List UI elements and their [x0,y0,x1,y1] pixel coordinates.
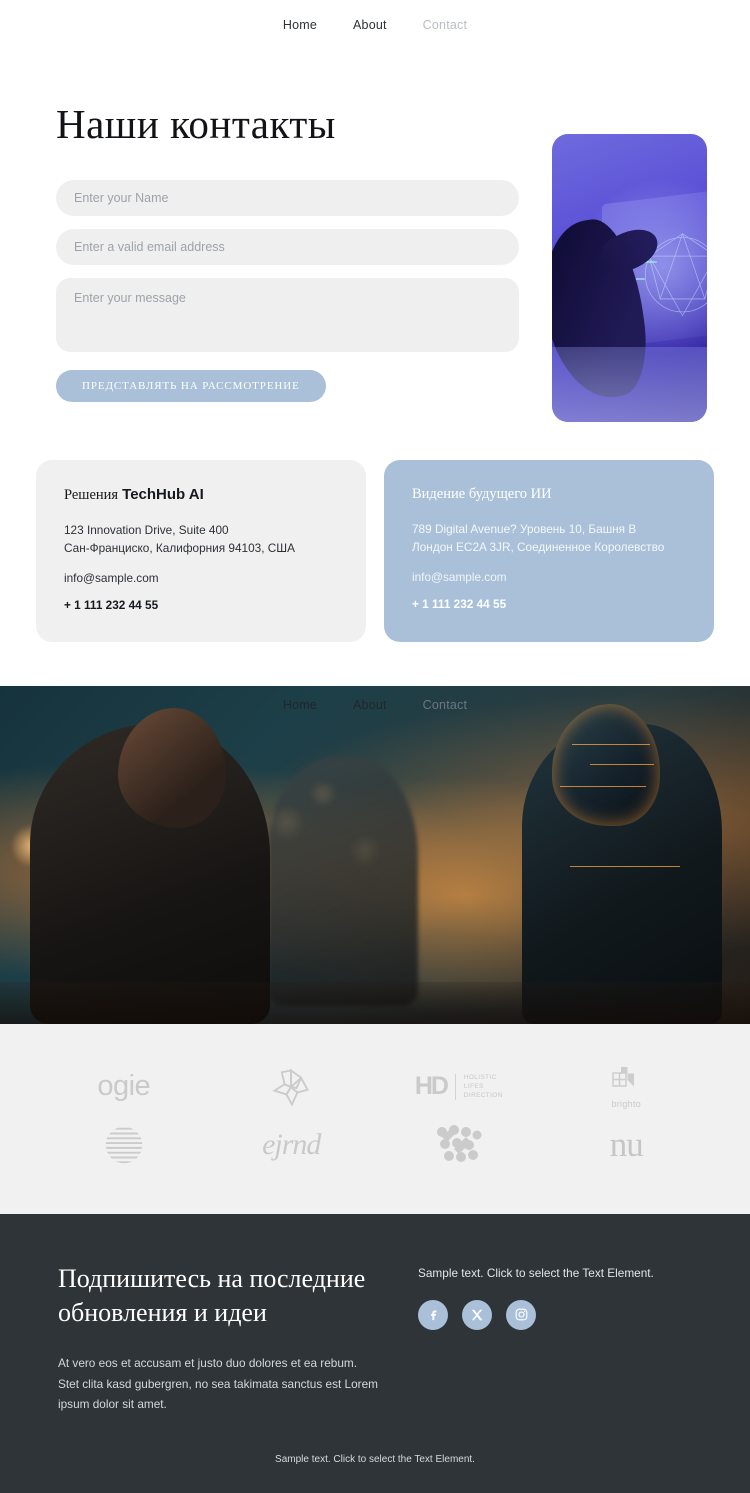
card-email[interactable]: info@sample.com [64,571,338,585]
footer-left-column: Подпишитесь на последние обновления и ид… [58,1262,378,1415]
x-twitter-icon[interactable] [462,1299,492,1330]
logo-ogie-wordmark: ogie [97,1070,151,1103]
card-title: Решения TechHub AI [64,486,338,504]
footer-right-column: Sample text. Click to select the Text El… [418,1262,692,1415]
footer-bottom-bar: Sample text. Click to select the Text El… [0,1414,750,1493]
logo-nu: nu [543,1125,711,1165]
robot-head [552,703,660,826]
card-phone[interactable]: + 1 111 232 44 55 [64,598,338,612]
logo-nu-wordmark: nu [609,1124,644,1164]
contact-form: Наши контакты ПРЕДСТАВЛЯТЬ НА РАССМОТРЕН… [30,76,524,402]
card-address-line1: 789 Digital Avenue? Уровень 10, Башня В [412,522,637,536]
logo-ejrnd: ejrnd [208,1128,376,1162]
robot-circuit-line [570,865,680,867]
x-glyph [471,1309,483,1320]
logo-dot-grid [375,1124,543,1166]
nav-link-contact[interactable]: Contact [423,18,467,32]
footer-section: Подпишитесь на последние обновления и ид… [0,1213,750,1415]
footer-sample-text: Sample text. Click to select the Text El… [418,1265,654,1280]
robot-circuit-line [560,785,646,787]
card-address-line1: 123 Innovation Drive, Suite 400 [64,523,229,537]
card-address-line2: Сан-Франциско, Калифорния 94103, США [64,541,295,556]
logo-hd-sub-line1: HOLISTIC [463,1073,497,1081]
name-input[interactable] [56,180,519,216]
page-title: Наши контакты [56,101,336,147]
logo-ogie: ogie [40,1070,208,1103]
submit-button[interactable]: ПРЕДСТАВЛЯТЬ НА РАССМОТРЕНИЕ [56,370,326,402]
robot-circuit-line [590,763,654,765]
nav-link-about[interactable]: About [353,18,387,32]
robot-circuit-line [572,743,650,745]
social-links [418,1299,692,1330]
instagram-icon[interactable] [506,1299,536,1330]
logo-hd-sub-line2: LIFES [463,1082,484,1090]
facebook-icon[interactable] [418,1299,448,1330]
card-address-line2: Лондон EC2A 3JR, Соединенное Королевство [412,540,665,555]
partner-logos-section: ogie HD HOLISTIC LIFES DIRECTION brighto… [0,1023,750,1214]
desk-surface [0,981,750,1024]
instagram-glyph [515,1308,527,1321]
info-card-techhub: Решения TechHub AI 123 Innovation Drive,… [36,460,366,642]
top-navigation: Home About Contact [0,0,750,50]
hero-nav-link-home[interactable]: Home [283,698,317,712]
background-person-silhouette [268,755,418,1006]
card-title-serif: Решения [64,487,119,503]
nav-link-home[interactable]: Home [283,18,317,32]
footer-bottom-text: Sample text. Click to select the Text El… [275,1454,475,1466]
image-floor-gradient [552,347,707,422]
footer-title: Подпишитесь на последние обновления и ид… [58,1263,366,1328]
logo-brighto: brighto [543,1064,711,1109]
logo-flower [208,1064,376,1110]
card-title-bold: TechHub AI [122,486,204,503]
contact-info-cards: Решения TechHub AI 123 Innovation Drive,… [0,422,750,686]
logo-holistic-lifes-direction: HD HOLISTIC LIFES DIRECTION [375,1072,543,1101]
flower-mark-icon [272,1068,310,1107]
email-input[interactable] [56,229,519,265]
logo-hd-sub-line3: DIRECTION [463,1092,503,1100]
logo-striped-globe [40,1121,208,1169]
hero-nav-link-contact[interactable]: Contact [423,698,467,712]
logo-hd-initials: HD [414,1072,449,1101]
card-title: Видение будущего ИИ [412,486,552,502]
facebook-glyph [430,1310,436,1321]
dot-grid-mark-icon [436,1124,482,1162]
logo-row-2: ejrnd nu [40,1116,710,1174]
hero-nav-link-about[interactable]: About [353,698,387,712]
brighto-blocks-icon [612,1067,635,1087]
logo-ejrnd-wordmark: ejrnd [262,1127,321,1161]
logo-divider [454,1073,456,1100]
card-phone[interactable]: + 1 111 232 44 55 [412,597,686,611]
hero-navigation: Home About Contact [0,698,750,712]
footer-body-text: At vero eos et accusam et justo duo dolo… [58,1356,378,1411]
logo-brighto-wordmark: brighto [611,1099,642,1110]
logo-hd-subtitle: HOLISTIC LIFES DIRECTION [464,1073,503,1101]
info-card-vision: Видение будущего ИИ 789 Digital Avenue? … [384,460,714,642]
hologram-hand-image [552,134,707,422]
contact-section: Наши контакты ПРЕДСТАВЛЯТЬ НА РАССМОТРЕН… [0,50,750,422]
message-textarea[interactable] [56,278,519,352]
hero-banner-image: Home About Contact [0,685,750,1024]
striped-globe-icon [105,1127,142,1163]
logo-row-1: ogie HD HOLISTIC LIFES DIRECTION brighto [40,1058,710,1116]
card-email[interactable]: info@sample.com [412,570,686,584]
